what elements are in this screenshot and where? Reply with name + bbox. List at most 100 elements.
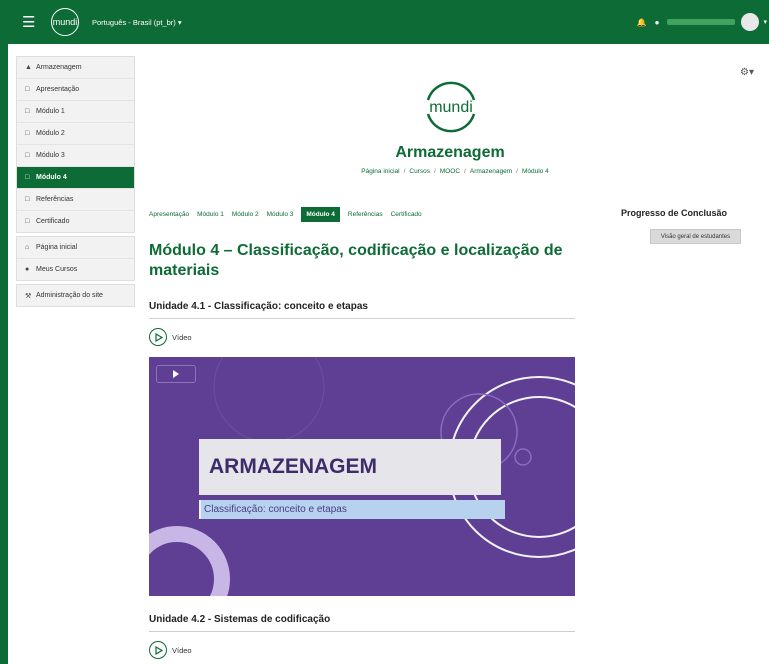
sidebar-item-label: Módulo 4 — [36, 174, 67, 181]
tab-modulo-2[interactable]: Módulo 2 — [232, 211, 259, 218]
tab-certificado[interactable]: Certificado — [391, 211, 422, 218]
breadcrumb-separator: / — [464, 168, 466, 175]
sidebar-item-label: Administração do site — [36, 292, 103, 299]
course-logo: mundi — [426, 81, 476, 133]
user-menu-chevron-icon[interactable]: ▾ — [763, 18, 767, 26]
sidebar-item-armazenagem[interactable]: ▲ Armazenagem — [17, 57, 134, 79]
sidebar-item-label: Certificado — [36, 218, 70, 225]
play-triangle — [154, 332, 163, 342]
module-tabs: Apresentação Módulo 1 Módulo 2 Módulo 3 … — [149, 207, 430, 222]
play-icon — [173, 370, 179, 378]
sidebar-item-meus-cursos[interactable]: ● Meus Cursos — [17, 259, 134, 280]
folder-icon: □ — [25, 130, 30, 137]
breadcrumb-item[interactable]: Módulo 4 — [522, 168, 549, 175]
students-overview-button[interactable]: Visão geral de estudantes — [650, 229, 741, 244]
breadcrumb-separator: / — [516, 168, 518, 175]
video-play-button[interactable] — [156, 365, 196, 383]
video-link[interactable]: Vídeo — [149, 328, 192, 346]
play-triangle — [154, 645, 163, 655]
sidebar-item-label: Módulo 3 — [36, 152, 65, 159]
unit-divider — [149, 318, 575, 319]
breadcrumb-item[interactable]: Página inicial — [361, 168, 399, 175]
chevron-down-icon: ▾ — [177, 17, 182, 27]
users-icon: ● — [25, 266, 30, 273]
video-subtitle: Classificação: conceito e etapas — [204, 504, 347, 515]
deco-ring-bottom — [149, 526, 230, 596]
sidebar-item-modulo-1[interactable]: □ Módulo 1 — [17, 101, 134, 123]
video-title: ARMAZENAGEM — [209, 455, 377, 478]
brand-logo-text: mundi — [52, 17, 78, 27]
module-title: Módulo 4 – Classificação, codificação e … — [149, 242, 563, 279]
sidebar-item-modulo-3[interactable]: □ Módulo 3 — [17, 145, 134, 167]
tab-apresentacao[interactable]: Apresentação — [149, 211, 189, 218]
menu-icon[interactable]: ☰ — [22, 13, 36, 31]
bell-icon[interactable]: 🔔 — [637, 18, 647, 27]
sidebar-item-label: Armazenagem — [36, 64, 82, 71]
top-navbar: ☰ mundi Português - Brasil (pt_br) ▾ 🔔 ●… — [0, 0, 769, 44]
home-icon: ⌂ — [25, 244, 30, 251]
tab-modulo-1[interactable]: Módulo 1 — [197, 211, 224, 218]
sidebar-item-label: Apresentação — [36, 86, 80, 93]
folder-icon: □ — [25, 86, 30, 93]
sidebar-course-group: ▲ Armazenagem □ Apresentação □ Módulo 1 … — [16, 56, 135, 233]
tab-modulo-4[interactable]: Módulo 4 — [301, 207, 340, 222]
video-subtitle-edge — [199, 500, 201, 519]
avatar[interactable] — [741, 13, 760, 31]
video-link[interactable]: Vídeo — [149, 641, 192, 659]
sidebar-item-label: Meus Cursos — [36, 266, 78, 273]
left-accent-stripe — [0, 44, 8, 664]
breadcrumb-item[interactable]: MOOC — [440, 168, 460, 175]
folder-icon: □ — [25, 108, 30, 115]
sidebar-item-pagina-inicial[interactable]: ⌂ Página inicial — [17, 237, 134, 259]
sidebar-item-apresentacao[interactable]: □ Apresentação — [17, 79, 134, 101]
logo-arc-top — [426, 81, 476, 101]
tab-modulo-3[interactable]: Módulo 3 — [267, 211, 294, 218]
tab-referencias[interactable]: Referências — [348, 211, 383, 218]
sidebar-item-label: Referências — [36, 196, 74, 203]
sidebar-item-label: Módulo 2 — [36, 130, 65, 137]
sidebar-item-modulo-4[interactable]: □ Módulo 4 — [17, 167, 134, 189]
wrench-icon: ⚒ — [25, 292, 32, 300]
video-label: Vídeo — [172, 332, 192, 342]
sidebar: ▲ Armazenagem □ Apresentação □ Módulo 1 … — [16, 56, 135, 310]
logo-text: mundi — [429, 99, 473, 116]
sidebar-site-group: ⌂ Página inicial ● Meus Cursos — [16, 236, 135, 281]
progress-title: Progresso de Conclusão — [621, 208, 728, 218]
video-title-box: ARMAZENAGEM — [199, 439, 501, 495]
navbar-user-area: 🔔 ● ▾ — [637, 0, 769, 44]
page-title: Armazenagem — [395, 144, 505, 161]
breadcrumb: Página inicial / Cursos / MOOC / Armazenagem / M… — [300, 168, 610, 175]
breadcrumb-item[interactable]: Armazenagem — [470, 168, 512, 175]
chat-icon[interactable]: ● — [655, 18, 660, 27]
breadcrumb-separator: / — [434, 168, 436, 175]
sidebar-admin-group: ⚒ Administração do site — [16, 284, 135, 307]
sidebar-item-administracao[interactable]: ⚒ Administração do site — [17, 285, 134, 306]
language-selector[interactable]: Português - Brasil (pt_br) ▾ — [92, 18, 182, 27]
gear-icon[interactable]: ⚙▾ — [740, 67, 754, 78]
folder-icon: □ — [25, 218, 30, 225]
deco-circle-top — [213, 357, 325, 443]
video-label: Vídeo — [172, 645, 192, 655]
folder-icon: □ — [25, 196, 30, 203]
breadcrumb-item[interactable]: Cursos — [409, 168, 430, 175]
sidebar-item-label: Página inicial — [36, 244, 78, 251]
sidebar-item-certificado[interactable]: □ Certificado — [17, 211, 134, 232]
sidebar-item-referencias[interactable]: □ Referências — [17, 189, 134, 211]
folder-icon: □ — [25, 174, 30, 181]
unit-title: Unidade 4.2 - Sistemas de codificação — [149, 614, 331, 625]
video-subtitle-box: Classificação: conceito e etapas — [199, 500, 505, 519]
sidebar-item-modulo-2[interactable]: □ Módulo 2 — [17, 123, 134, 145]
breadcrumb-separator: / — [403, 168, 406, 175]
logo-arc-bottom — [426, 113, 476, 133]
play-circle-icon — [149, 641, 167, 659]
deco-dot-ring — [514, 448, 532, 466]
play-circle-icon — [149, 328, 167, 346]
language-label: Português - Brasil (pt_br) — [92, 17, 176, 27]
sidebar-item-label: Módulo 1 — [36, 108, 65, 115]
user-name[interactable] — [667, 19, 736, 25]
unit-title: Unidade 4.1 - Classificação: conceito e … — [149, 301, 368, 312]
video-player[interactable]: ARMAZENAGEM Classificação: conceito e et… — [149, 357, 575, 596]
unit-divider — [149, 631, 575, 632]
brand-logo[interactable]: mundi — [51, 8, 79, 36]
folder-icon: □ — [25, 152, 30, 159]
